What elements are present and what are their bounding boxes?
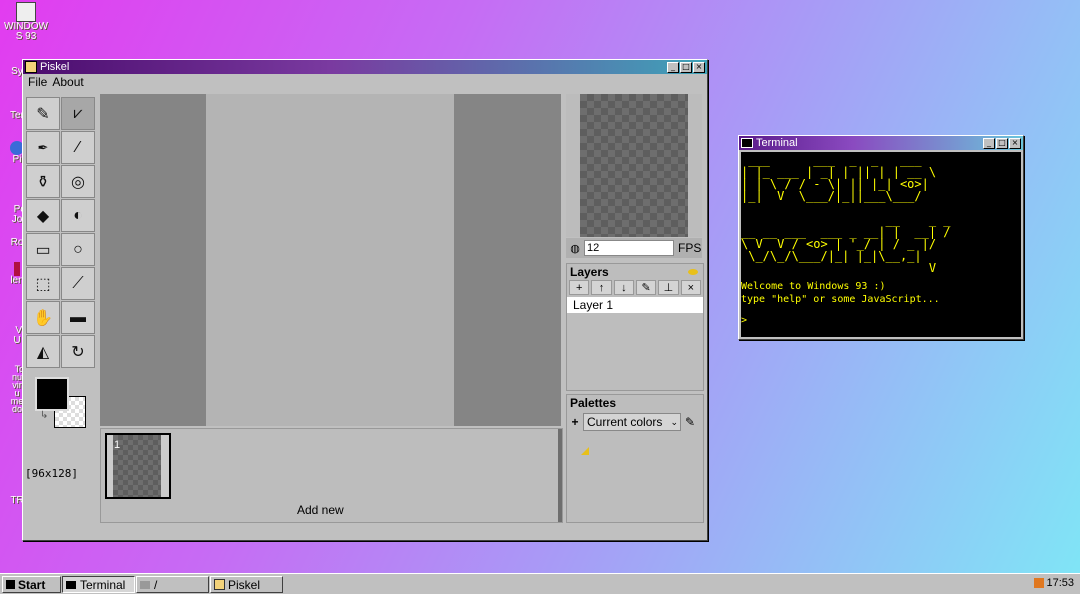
- layer-name: Layer 1: [573, 298, 614, 312]
- terminal-titlebar[interactable]: Terminal _ □ ×: [739, 136, 1023, 150]
- terminal-window: Terminal _ □ × ___ ___ _ _ ___ | |_ ___ …: [738, 135, 1024, 340]
- add-layer-icon[interactable]: +: [569, 280, 590, 295]
- folder-icon: [140, 580, 150, 589]
- minimize-icon[interactable]: _: [983, 137, 995, 149]
- frame-preview: [113, 435, 161, 497]
- animation-preview: [580, 94, 688, 237]
- palettes-panel: Palettes + Current colors ⌄ ✎: [566, 394, 704, 523]
- piskel-app-icon: [25, 61, 37, 73]
- clock: 17:53: [1046, 577, 1074, 589]
- taskbar-item-label: Terminal: [80, 577, 126, 592]
- move-layer-down-icon[interactable]: ↓: [613, 280, 634, 295]
- palette-select-value: Current colors: [587, 415, 663, 429]
- rectangle-tool-icon[interactable]: ▭: [26, 233, 60, 266]
- palettes-title: Palettes: [570, 396, 617, 410]
- maximize-icon[interactable]: □: [996, 137, 1008, 149]
- taskbar-item-explorer[interactable]: /: [136, 576, 209, 593]
- circle-tool-icon[interactable]: ○: [61, 233, 95, 266]
- desktop-icon-label: WINDOW S 93: [4, 21, 48, 42]
- desktop-icon-label: Pi: [12, 154, 22, 165]
- preview-panel: [566, 94, 702, 237]
- move-layer-up-icon[interactable]: ↑: [591, 280, 612, 295]
- close-icon[interactable]: ×: [693, 61, 705, 73]
- move-hand-tool-icon[interactable]: ✋: [26, 301, 60, 334]
- desktop-icon-windows93[interactable]: WINDOW S 93: [2, 2, 50, 42]
- layers-title: Layers: [570, 265, 609, 279]
- menu-about[interactable]: About: [52, 75, 83, 89]
- pen-tool-icon[interactable]: ✎: [26, 97, 60, 130]
- start-label: Start: [18, 577, 46, 592]
- piskel-window: Piskel _ □ × File About ✎ ⩗ ✒ ∕ ⚱ ◎ ◆ ◐ …: [22, 59, 708, 541]
- terminal-app-icon: [741, 138, 753, 148]
- tray-notification-icon[interactable]: [1034, 578, 1045, 588]
- taskbar-item-piskel[interactable]: Piskel: [210, 576, 283, 593]
- eye-icon[interactable]: [688, 269, 698, 275]
- terminal-prompt: >: [741, 315, 754, 326]
- palette-select[interactable]: Current colors ⌄: [583, 413, 681, 431]
- merge-layer-icon[interactable]: ⊥: [658, 280, 679, 295]
- taskbar-item-label: Piskel: [228, 577, 261, 592]
- rotate-tool-icon[interactable]: ↻: [61, 335, 95, 368]
- drawing-stage[interactable]: [100, 94, 561, 426]
- onion-skin-icon[interactable]: ◍: [566, 242, 584, 255]
- taskbar-item-label: /: [154, 577, 158, 592]
- chevron-down-icon: ⌄: [670, 416, 678, 427]
- system-tray: 17:53: [1034, 577, 1074, 589]
- edit-palette-icon[interactable]: ✎: [685, 415, 695, 429]
- desktop-icon-glyph: [14, 262, 20, 276]
- frames-strip: 1 Add new: [100, 428, 563, 523]
- taskbar-item-terminal[interactable]: Terminal: [62, 576, 135, 593]
- menu-bar: File About: [23, 74, 707, 90]
- terminal-screen[interactable]: ___ ___ _ _ ___ | |_ ___ | _| | || | | _…: [741, 152, 1021, 337]
- computer-icon: [16, 2, 36, 22]
- layers-panel: Layers + ↑ ↓ ✎ ⊥ × Layer 1: [566, 263, 704, 391]
- minimize-icon[interactable]: _: [667, 61, 679, 73]
- swap-colors-icon[interactable]: ↳: [40, 410, 48, 421]
- add-new-frame-button[interactable]: Add new: [297, 503, 344, 517]
- window-title: Terminal: [756, 137, 798, 149]
- eraser-tool-icon[interactable]: ◆: [26, 199, 60, 232]
- delete-layer-icon[interactable]: ×: [680, 280, 701, 295]
- add-palette-icon[interactable]: +: [567, 415, 583, 429]
- frame-thumbnail[interactable]: 1: [105, 433, 171, 499]
- start-button[interactable]: Start: [2, 576, 61, 593]
- terminal-welcome-line: Welcome to Windows 93 :): [741, 281, 886, 292]
- terminal-help-line: type "help" or some JavaScript...: [741, 294, 940, 305]
- palette-color-marker[interactable]: [581, 447, 589, 455]
- rename-layer-icon[interactable]: ✎: [635, 280, 657, 295]
- lasso-select-icon[interactable]: ⟋: [61, 267, 95, 300]
- layer-toolbar: + ↑ ↓ ✎ ⊥ ×: [567, 280, 703, 295]
- fps-control: ◍ FPS: [566, 238, 702, 258]
- terminal-icon: [66, 580, 76, 589]
- tool-palette: ✎ ⩗ ✒ ∕ ⚱ ◎ ◆ ◐ ▭ ○ ⬚ ⟋ ✋ ▬ ◭ ↻: [26, 97, 95, 368]
- menu-file[interactable]: File: [28, 75, 47, 89]
- shape-select-icon[interactable]: ▬: [61, 301, 95, 334]
- canvas-size-label: [96x128]: [25, 467, 78, 480]
- fps-input[interactable]: [584, 240, 674, 256]
- stroke-tool-icon[interactable]: ∕: [61, 131, 95, 164]
- frame-number: 1: [114, 439, 121, 451]
- vertical-mirror-pen-icon[interactable]: ⩗: [61, 97, 95, 130]
- close-icon[interactable]: ×: [1009, 137, 1021, 149]
- fill-bucket-icon[interactable]: ⚱: [26, 165, 60, 198]
- taskbar: Start Terminal / Piskel 17:53: [0, 573, 1080, 594]
- maximize-icon[interactable]: □: [680, 61, 692, 73]
- primary-color-swatch[interactable]: [35, 377, 69, 411]
- frames-scrollbar[interactable]: [558, 429, 562, 522]
- drawing-canvas[interactable]: [206, 94, 454, 426]
- piskel-icon: [214, 579, 225, 590]
- dithering-tool-icon[interactable]: ◭: [26, 335, 60, 368]
- paint-bucket-tool-icon[interactable]: ✒: [26, 131, 60, 164]
- fps-label: FPS: [678, 241, 702, 255]
- layer-item[interactable]: Layer 1: [567, 297, 703, 313]
- window-title: Piskel: [40, 61, 70, 73]
- rect-select-tool-icon[interactable]: ⬚: [26, 267, 60, 300]
- windows-logo-icon: [6, 580, 15, 589]
- magic-wand-fill-icon[interactable]: ◎: [61, 165, 95, 198]
- lighten-tool-icon[interactable]: ◐: [61, 199, 95, 232]
- piskel-titlebar[interactable]: Piskel _ □ ×: [23, 60, 707, 74]
- terminal-ascii-art: ___ ___ _ _ ___ | |_ ___ | _| | || | | _…: [741, 153, 951, 275]
